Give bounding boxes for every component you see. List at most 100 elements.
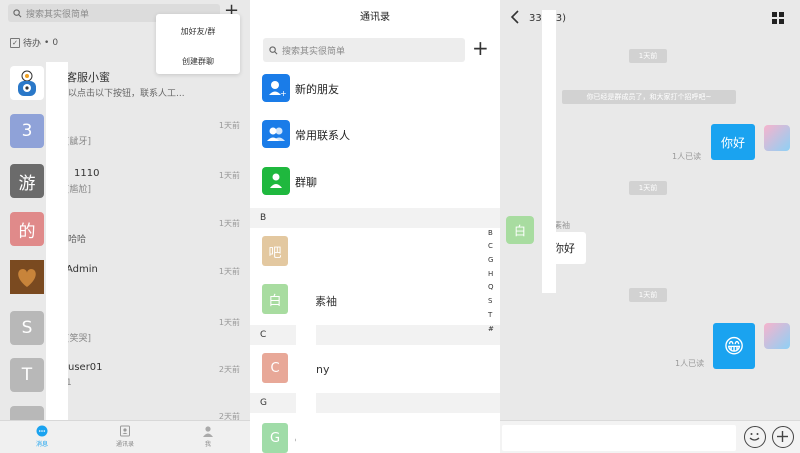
contacts-panel: 通讯录 搜索其实很简单 + + 新的朋友 常用联系人 群聊 B 吧 I 白 素袖… bbox=[250, 0, 500, 453]
chat-bubble-icon bbox=[36, 425, 48, 437]
chat-title-suffix: 3) bbox=[555, 13, 566, 24]
tab-label: 通讯录 bbox=[115, 441, 134, 448]
section-header: B bbox=[250, 208, 500, 228]
emoji-message-bubble[interactable]: 😁 bbox=[713, 323, 755, 369]
group-chat-icon bbox=[262, 167, 290, 195]
bottom-tab-bar: 消息 通讯录 我 bbox=[0, 420, 250, 453]
person-icon bbox=[203, 426, 213, 437]
time-divider: 1天前 bbox=[629, 288, 667, 302]
system-message: 你已经是群成员了，和大家打个招呼吧~ bbox=[562, 90, 736, 104]
input-bar bbox=[500, 420, 800, 453]
tab-label: 消息 bbox=[35, 441, 48, 448]
todo-count: 0 bbox=[52, 37, 59, 48]
messages-panel: 搜索其实很简单 + ✓ 待办 • 0 客服小蜜 以点击以下按钮，联系人工... … bbox=[0, 0, 250, 453]
contact-avatar[interactable]: 白 bbox=[262, 284, 288, 314]
function-label: 常用联系人 bbox=[295, 129, 350, 142]
index-letter[interactable]: G bbox=[488, 256, 493, 264]
sender-name: 素袖 bbox=[554, 221, 570, 230]
contact-avatar[interactable]: G bbox=[262, 423, 288, 453]
svg-text:+: + bbox=[280, 89, 287, 98]
contact-avatar[interactable]: 吧 bbox=[262, 236, 288, 266]
contacts-search-input[interactable]: 搜索其实很简单 bbox=[263, 38, 465, 62]
conversation-name: user01 bbox=[68, 362, 103, 373]
conversation-avatar: 游 bbox=[10, 164, 44, 198]
new-friends-entry[interactable]: + 新的朋友 bbox=[250, 68, 500, 112]
grid-menu-icon[interactable] bbox=[772, 12, 784, 24]
index-letter[interactable]: B bbox=[488, 229, 493, 237]
index-letter[interactable]: H bbox=[488, 270, 493, 278]
contact-name[interactable]: ny bbox=[316, 363, 329, 376]
conversation-message: 哈哈 bbox=[68, 235, 87, 245]
group-chat-entry[interactable]: 群聊 bbox=[250, 161, 500, 205]
plus-circle-icon bbox=[777, 431, 788, 442]
tab-contacts[interactable]: 通讯录 bbox=[105, 425, 145, 448]
menu-item-create-group[interactable]: 创建群聊 bbox=[156, 56, 240, 67]
robot-avatar bbox=[10, 66, 44, 100]
section-header: G bbox=[250, 393, 500, 413]
index-letter[interactable]: C bbox=[488, 242, 493, 250]
self-avatar[interactable] bbox=[764, 125, 790, 151]
conversation-message: [龇牙] bbox=[66, 137, 92, 147]
emoji-button[interactable] bbox=[744, 426, 766, 448]
conversation-name: 1110 bbox=[74, 168, 100, 179]
page-title: 通讯录 bbox=[360, 12, 390, 23]
conversation-row[interactable]: 3 [龇牙] 1天前 bbox=[0, 112, 250, 162]
chat-panel: 33 3) 1天前 你已经是群成员了，和大家打个招呼吧~ 你好 1人已读 1天前 … bbox=[500, 0, 800, 453]
menu-item-add-friend[interactable]: 加好友/群 bbox=[156, 26, 240, 37]
sender-avatar[interactable]: 白 bbox=[506, 216, 534, 244]
tab-me[interactable]: 我 bbox=[188, 425, 228, 448]
search-icon bbox=[13, 8, 22, 17]
smiley-icon bbox=[749, 433, 760, 441]
section-letter: B bbox=[260, 213, 267, 223]
time-divider: 1天前 bbox=[629, 49, 667, 63]
conversation-time: 1天前 bbox=[218, 219, 240, 228]
chat-title-text: 33 bbox=[529, 13, 542, 24]
redaction-mask bbox=[542, 10, 556, 293]
frequent-contacts-entry[interactable]: 常用联系人 bbox=[250, 114, 500, 158]
message-input[interactable] bbox=[502, 425, 736, 451]
conversation-row[interactable]: 的 哈哈 1天前 bbox=[0, 210, 250, 260]
conversation-time: 1天前 bbox=[218, 318, 240, 327]
redaction-mask bbox=[46, 62, 68, 420]
search-placeholder: 搜索其实很简单 bbox=[282, 46, 346, 57]
conversation-message: 以点击以下按钮，联系人工... bbox=[68, 89, 185, 99]
conversation-avatar: 的 bbox=[10, 212, 44, 246]
todo-entry[interactable]: ✓ 待办 • 0 bbox=[10, 36, 58, 49]
section-letter: G bbox=[260, 398, 267, 408]
heart-image-icon bbox=[10, 260, 44, 294]
conversation-avatar: S bbox=[10, 311, 44, 345]
add-popup-menu: 加好友/群 创建群聊 bbox=[156, 14, 240, 74]
conversation-row[interactable]: S [笑哭] 1天前 bbox=[0, 309, 250, 359]
conversation-name: Admin bbox=[66, 264, 98, 275]
read-receipt: 1人已读 bbox=[675, 359, 705, 368]
read-receipt: 1人已读 bbox=[672, 152, 702, 161]
index-letter[interactable]: T bbox=[488, 311, 492, 319]
index-letter[interactable]: S bbox=[488, 297, 492, 305]
self-message-bubble[interactable]: 你好 bbox=[711, 124, 755, 160]
conversation-row[interactable]: 游 1110 [尴尬] 1天前 bbox=[0, 162, 250, 212]
todo-label: 待办 bbox=[23, 39, 42, 49]
contact-name[interactable]: 素袖 bbox=[315, 293, 337, 309]
new-friend-icon: + bbox=[262, 74, 290, 102]
back-button[interactable] bbox=[510, 10, 520, 28]
conversation-row[interactable]: Admin 1天前 bbox=[0, 260, 250, 310]
more-button[interactable] bbox=[772, 426, 794, 448]
frequent-contacts-icon bbox=[262, 120, 290, 148]
redaction-mask bbox=[296, 228, 316, 453]
conversation-avatar: 3 bbox=[10, 114, 44, 148]
index-letter[interactable]: # bbox=[488, 325, 494, 333]
conversation-time: 1天前 bbox=[218, 267, 240, 276]
add-button[interactable]: + bbox=[472, 36, 489, 60]
self-avatar[interactable] bbox=[764, 323, 790, 349]
tab-messages[interactable]: 消息 bbox=[22, 425, 62, 448]
conversation-row[interactable]: T user01 1 2天前 bbox=[0, 358, 250, 408]
conversation-avatar: T bbox=[10, 358, 44, 392]
time-divider: 1天前 bbox=[629, 181, 667, 195]
chevron-left-icon bbox=[510, 10, 519, 24]
section-letter: C bbox=[260, 330, 267, 340]
conversation-message: [尴尬] bbox=[66, 185, 92, 195]
function-label: 群聊 bbox=[295, 176, 317, 189]
contact-avatar[interactable]: C bbox=[262, 353, 288, 383]
index-letter[interactable]: Q bbox=[488, 283, 494, 291]
conversation-time: 2天前 bbox=[218, 365, 240, 374]
